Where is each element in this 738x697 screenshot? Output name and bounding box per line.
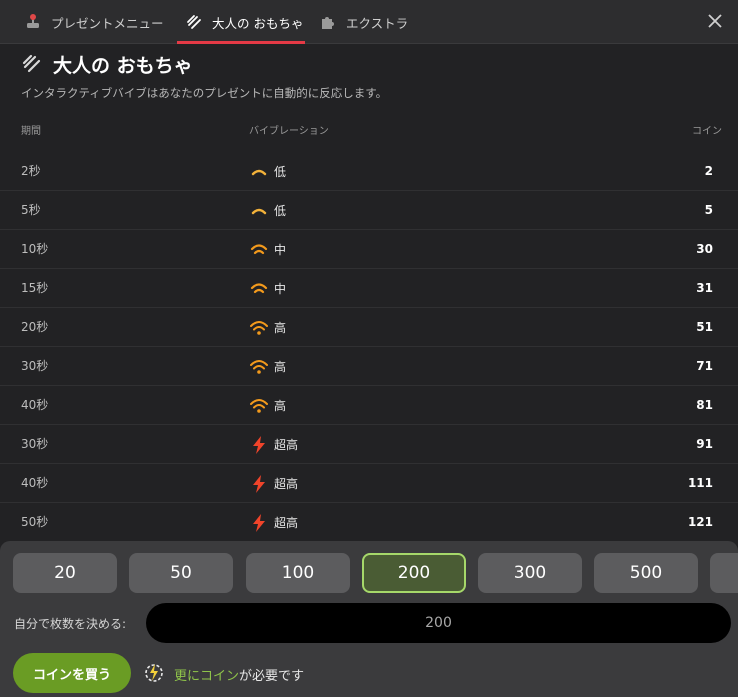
purchase-panel: 20 50 100 200 300 500 自分で枚数を決める: 200 コイン… [0,541,738,697]
duration-cell: 15秒 [21,281,49,295]
vibration-level: 高 [274,360,287,374]
more-coins-link[interactable]: 更にコイン [174,669,239,684]
vibration-table: 2秒低 2 5秒低 5 10秒中 30 15秒中 31 20秒高 51 30秒高 71 40… [0,152,738,542]
duration-cell: 40秒 [21,476,49,490]
coin-cell: 30 [696,242,713,256]
table-row[interactable]: 2秒 低 2 [0,152,738,191]
more-coins-text: 更にコインが必要です [174,665,304,684]
table-row[interactable]: 30秒 高 71 [0,347,738,386]
amount-button-500[interactable]: 500 [594,553,698,593]
active-tab-indicator [177,41,305,44]
amount-button-50[interactable]: 50 [129,553,233,593]
vibration-level: 超高 [274,516,299,530]
column-header-vibration: バイブレーション [249,126,329,137]
table-row[interactable]: 5秒 低 5 [0,191,738,230]
coin-cell: 2 [704,164,713,178]
duration-cell: 40秒 [21,398,49,412]
low-wave-icon [249,162,269,182]
vibration-level: 高 [274,321,287,335]
coin-cell: 5 [704,203,713,217]
table-row[interactable]: 40秒 高 81 [0,386,738,425]
custom-amount-label: 自分で枚数を決める: [14,617,127,631]
vibration-level: 低 [274,204,287,218]
vibration-level: 高 [274,399,287,413]
medium-wave-icon [249,240,269,260]
vibration-level: 低 [274,165,287,179]
low-wave-icon [249,201,269,221]
high-wave-icon [249,357,269,377]
coin-cell: 121 [687,515,713,529]
amount-button-300[interactable]: 300 [478,553,582,593]
vibration-level: 超高 [274,438,299,452]
coin-cell: 111 [687,476,713,490]
amount-button-20[interactable]: 20 [13,553,117,593]
amount-button-100[interactable]: 100 [246,553,350,593]
vibration-level: 超高 [274,477,299,491]
duration-cell: 50秒 [21,515,49,529]
duration-cell: 20秒 [21,320,49,334]
coin-bolt-icon [145,664,163,682]
lightning-icon [249,435,269,455]
column-header-coins: コイン [692,126,722,137]
close-icon [708,14,722,28]
tab-label: エクストラ [346,15,409,31]
tab-label: 大人の おもちゃ [212,15,304,31]
tab-present-menu[interactable]: プレゼントメニュー [24,0,164,44]
high-wave-icon [249,396,269,416]
column-header-duration: 期間 [21,126,41,137]
amount-button-200-selected[interactable]: 200 [362,553,466,593]
table-row[interactable]: 30秒 超高 91 [0,425,738,464]
table-row[interactable]: 20秒 高 51 [0,308,738,347]
more-coins-suffix: が必要です [239,669,305,684]
puzzle-icon [319,13,337,31]
table-row[interactable]: 50秒 超高 121 [0,503,738,542]
high-wave-icon [249,318,269,338]
tab-adult-toys[interactable]: 大人の おもちゃ [185,0,303,44]
duration-cell: 5秒 [21,203,41,217]
toy-icon [185,13,203,31]
duration-cell: 30秒 [21,359,49,373]
duration-cell: 30秒 [21,437,49,451]
page-subtitle: インタラクティブバイブはあなたのプレゼントに自動的に反応します。 [21,86,388,100]
vibration-level: 中 [274,282,287,296]
coin-cell: 71 [696,359,713,373]
duration-cell: 10秒 [21,242,49,256]
lightning-icon [249,513,269,533]
coin-cell: 31 [696,281,713,295]
table-row[interactable]: 15秒 中 31 [0,269,738,308]
toy-icon [22,54,41,73]
table-row[interactable]: 10秒 中 30 [0,230,738,269]
coin-cell: 51 [696,320,713,334]
amount-button-partial[interactable] [710,553,738,593]
custom-amount-input[interactable]: 200 [146,603,731,643]
duration-cell: 2秒 [21,164,41,178]
close-button[interactable] [702,8,728,34]
coin-cell: 91 [696,437,713,451]
buy-coins-button[interactable]: コインを買う [13,653,131,693]
lightning-icon [249,474,269,494]
tab-bar: プレゼントメニュー 大人の おもちゃ エクストラ [0,0,738,44]
medium-wave-icon [249,279,269,299]
coin-cell: 81 [696,398,713,412]
vibration-level: 中 [274,243,287,257]
joystick-icon [24,13,42,31]
table-row[interactable]: 40秒 超高 111 [0,464,738,503]
tab-extra[interactable]: エクストラ [319,0,408,44]
tab-label: プレゼントメニュー [51,15,164,31]
page-title: 大人の おもちゃ [53,55,193,77]
